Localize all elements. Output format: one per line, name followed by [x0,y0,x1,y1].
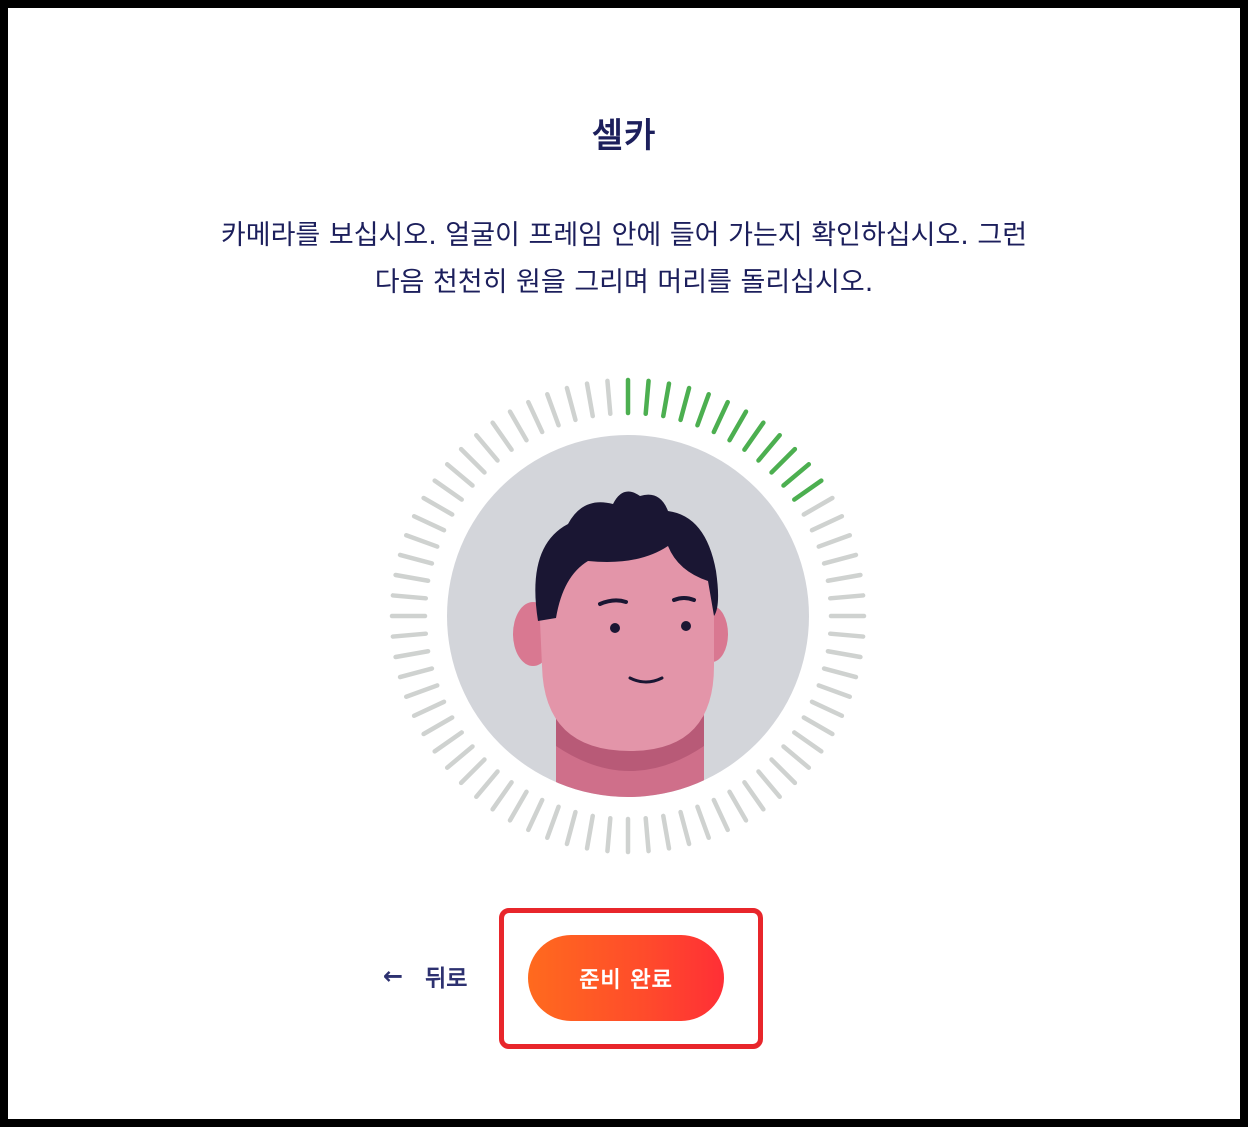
progress-tick [545,391,561,428]
progress-tick [756,769,782,800]
progress-tick [526,797,545,833]
progress-tick [507,789,529,823]
progress-tick-complete [643,378,651,417]
progress-tick [490,420,514,452]
progress-tick [821,666,859,680]
selfie-page: 셀카 카메라를 보십시오. 얼굴이 프레임 안에 들어 가는지 확인하십시오. … [8,8,1240,1119]
progress-tick [507,409,529,443]
progress-tick [411,514,447,533]
progress-tick [678,809,692,847]
progress-tick [444,744,475,770]
progress-tick-complete [781,462,812,488]
progress-tick [605,815,613,854]
progress-tick [564,809,578,847]
progress-tick [584,381,595,419]
selfie-capture-area [378,366,878,866]
progress-tick [421,715,455,737]
progress-tick [711,797,730,833]
instructions-line-2: 다음 천천히 원을 그리며 머리를 돌리십시오. [374,267,874,298]
instructions-line-1: 카메라를 보십시오. 얼굴이 프레임 안에 들어 가는지 확인하십시오. 그런 [220,220,1028,251]
bottom-navigation: ← 뒤로 준비 완료 [8,908,1240,1058]
progress-tick [584,813,595,851]
progress-tick-complete [661,381,672,419]
progress-tick-complete [678,385,692,423]
progress-tick [742,780,766,812]
progress-tick [781,744,812,770]
progress-tick [526,399,545,435]
page-title: 셀카 [591,116,657,156]
progress-tick [474,432,500,463]
progress-tick [458,757,487,786]
progress-tick [769,757,798,786]
instructions-text: 카메라를 보십시오. 얼굴이 프레임 안에 들어 가는지 확인하십시오. 그런 … [158,212,1090,306]
ready-button[interactable]: 준비 완료 [528,935,724,1021]
progress-tick [727,789,749,823]
arrow-left-icon: ← [383,962,404,990]
progress-tick [643,815,651,854]
progress-tick [397,552,435,566]
progress-tick [821,552,859,566]
progress-tick [545,804,561,841]
progress-tick [827,631,866,639]
progress-tick [661,813,672,851]
progress-tick-complete [742,420,766,452]
avatar-eye-left [610,623,620,633]
progress-tick [825,572,863,583]
progress-tick [801,495,835,517]
progress-tick [458,446,487,475]
progress-tick-complete [695,391,711,428]
progress-tick [390,593,429,601]
progress-tick-complete [792,478,824,502]
progress-tick [827,593,866,601]
back-link[interactable]: ← 뒤로 [383,958,467,994]
progress-tick [393,649,431,660]
progress-tick-complete [727,409,749,443]
progress-tick [444,462,475,488]
progress-tick [393,572,431,583]
progress-tick [809,514,845,533]
back-label: 뒤로 [425,966,468,992]
progress-tick [403,533,440,549]
progress-tick [490,780,514,812]
progress-tick [564,385,578,423]
avatar-eye-right [681,621,691,631]
progress-tick [390,631,429,639]
progress-tick [809,699,845,718]
progress-tick [695,804,711,841]
progress-tick [825,649,863,660]
progress-tick [816,683,853,699]
progress-tick [816,533,853,549]
progress-tick [403,683,440,699]
progress-tick [801,715,835,737]
progress-tick-complete [769,446,798,475]
face-avatar-illustration [442,430,814,802]
progress-tick [432,730,464,754]
progress-tick [605,378,613,417]
progress-tick [421,495,455,517]
avatar-eyebrow-right [672,596,696,602]
progress-tick [432,478,464,502]
progress-tick [792,730,824,754]
progress-tick [411,699,447,718]
progress-tick-complete [756,432,782,463]
selfie-progress-svg [389,377,867,855]
progress-tick-complete [711,399,730,435]
progress-tick [474,769,500,800]
progress-tick [397,666,435,680]
